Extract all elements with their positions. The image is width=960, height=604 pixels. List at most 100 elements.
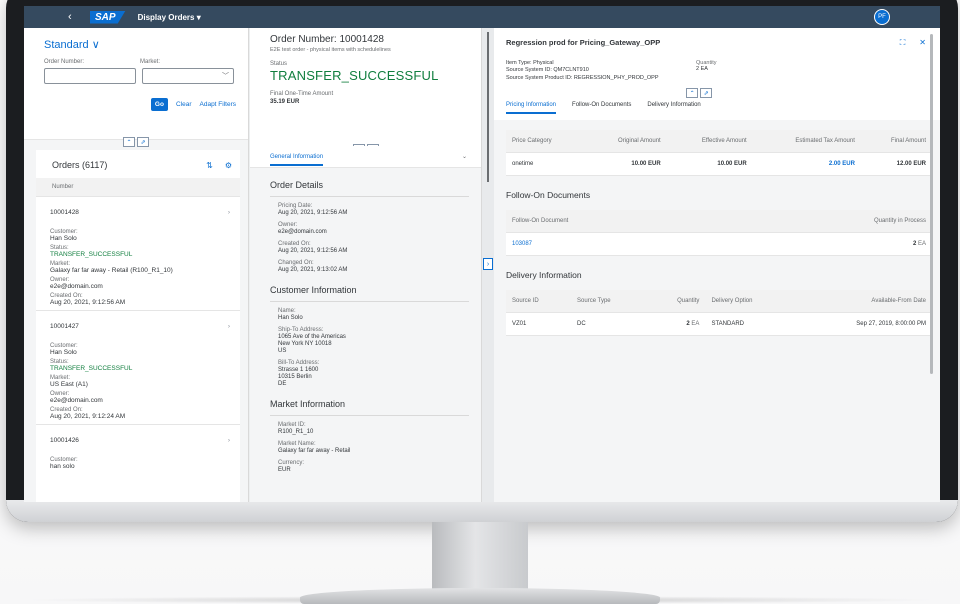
market-value: Galaxy far far away - Retail (R100_R1_10… [50,267,173,274]
list-item[interactable]: 10001426 › Customer: han solo [36,425,240,474]
order-title: Order Number: 10001428 [270,34,384,45]
customer-section: Customer Information Name: Han Solo Ship-… [250,273,481,387]
column-header: Final Amount [860,130,932,153]
tab-delivery-information[interactable]: Delivery Information [647,102,700,114]
status-value: TRANSFER_SUCCESSFUL [50,251,133,258]
field-value: Aug 20, 2021, 9:12:56 AM [278,248,348,254]
table-cell: STANDARD [705,312,795,336]
clear-button[interactable]: Clear [176,101,192,108]
close-icon[interactable]: ✕ [919,38,926,48]
page-scrollbar[interactable] [930,34,933,374]
list-item[interactable]: 10001427 › Customer: Han Solo Status: TRA… [36,311,240,425]
table-cell: 2 [686,321,690,327]
column-header: Quantity in Process [725,210,932,233]
table-header-row: Price Category Original Amount Effective… [506,130,932,153]
order-subtitle: E2E test order - physical items with sch… [270,47,391,53]
follow-on-document-link[interactable]: 103087 [506,232,726,256]
field-value: 10315 Berlin [278,374,312,380]
column-header: Follow-On Document [506,210,726,233]
sap-logo: SAP [90,10,126,24]
field-value: e2e@domain.com [278,229,327,235]
field-value: EUR [278,467,291,473]
sort-icon[interactable]: ⇅ [206,161,213,170]
order-number: 10001427 [50,323,79,330]
section-title: Customer Information [270,285,469,302]
fullscreen-icon[interactable]: ⛶ [900,38,906,48]
owner-value: e2e@domain.com [50,283,103,290]
order-number: 10001428 [50,209,79,216]
field-label: Pricing Date: [278,203,313,209]
table-cell: Sep 27, 2019, 8:00:00 PM [794,312,932,336]
app-title-menu[interactable]: Display Orders ▾ [138,13,201,22]
go-button[interactable]: Go [150,98,168,111]
market-value: US East (A1) [50,381,88,388]
unit: EA [917,241,926,247]
market-section: Market Information Market ID: R100_R1_10 … [250,387,481,473]
amount-value: 35.19 EUR [270,99,300,105]
collapse-header-icon[interactable]: ⌃ [686,88,699,98]
tab-pricing-information[interactable]: Pricing Information [506,102,557,115]
section-title: Market Information [270,399,469,416]
status-value: TRANSFER_SUCCESSFUL [50,365,133,372]
field-value: Han Solo [278,315,303,321]
pin-header-icon[interactable]: ⇗ [137,137,149,147]
field-label: Created On: [278,241,311,247]
follow-on-table: Follow-On Document Quantity in Process 1… [506,210,932,256]
column-header: Original Amount [584,130,667,153]
expand-column-icon[interactable]: › [483,258,493,270]
field-value: US [278,348,287,354]
tax-amount-link[interactable]: 2.00 EUR [752,152,861,176]
field-label: Currency: [278,460,305,466]
table-row: VZ01 DC 2 EA STANDARD Sep 27, 2019, 8:00… [506,312,932,336]
list-column: Standard ∨ Order Number: Market: ﹀ Go Cl… [24,28,249,502]
avatar[interactable]: PF [874,9,890,25]
market-select[interactable]: ﹀ [142,68,234,84]
field-value: R100_R1_10 [278,429,314,435]
order-number: 10001426 [50,437,79,444]
order-number-input[interactable] [44,68,136,84]
monitor-stand-base [300,588,660,604]
table-row: onetime 10.00 EUR 10.00 EUR 2.00 EUR 12.… [506,152,932,176]
status-label: Status [270,61,288,67]
column-header: Source Type [571,290,648,313]
collapse-header-icon[interactable]: ⌃ [123,137,135,147]
item-tabs: Pricing Information Follow-On Documents … [506,102,926,115]
table-cell: onetime [506,152,585,176]
settings-icon[interactable]: ⚙ [225,161,232,170]
item-title: Regression prod for Pricing_Gateway_OPP [506,38,661,47]
back-icon[interactable]: ‹ [68,11,84,23]
list-item[interactable]: 10001428 › Customer: Han Solo Status: TRA… [36,197,240,311]
table-cell: DC [571,312,648,336]
chevron-down-icon: ﹀ [222,73,229,80]
scroll-indicator [487,32,489,182]
number-column-header: Number [36,178,240,197]
owner-value: e2e@domain.com [50,397,103,404]
column-header: Quantity [647,290,706,313]
monitor-chin [6,500,958,522]
field-label: Changed On: [278,260,314,266]
monitor-stand-neck [432,522,528,592]
order-number-label: Order Number: [44,59,85,65]
customer-value: han solo [50,463,75,470]
flexible-column-layout: Standard ∨ Order Number: Market: ﹀ Go Cl… [24,28,940,502]
column-header: Source ID [506,290,572,313]
detail-column: Order Number: 10001428 E2E test order - … [250,28,482,502]
table-cell: 2 [912,241,917,247]
column-splitter[interactable]: › [482,28,494,502]
customer-value: Han Solo [50,235,77,242]
pin-header-icon[interactable]: ⇗ [700,88,713,98]
source-product-id: Source System Product ID: REGRESSION_PHY… [506,74,659,81]
tab-follow-on-documents[interactable]: Follow-On Documents [572,102,631,114]
header-collapse: ⌃ ⇗ [123,137,149,147]
variant-selector[interactable]: Standard ∨ [44,38,236,51]
unit: EA [691,321,700,327]
status-value: TRANSFER_SUCCESSFUL [270,68,439,83]
adapt-filters-button[interactable]: Adapt Filters [200,101,237,108]
tab-general-information[interactable]: General Information [270,148,324,166]
field-label: Owner: [278,222,298,228]
chevron-down-icon[interactable]: ⌄ [462,153,467,160]
item-type: Item Type: Physical [506,60,554,66]
navigation-arrow-icon: › [227,437,230,444]
column-header: Delivery Option [705,290,795,313]
field-value: Galaxy far far away - Retail [278,448,351,454]
